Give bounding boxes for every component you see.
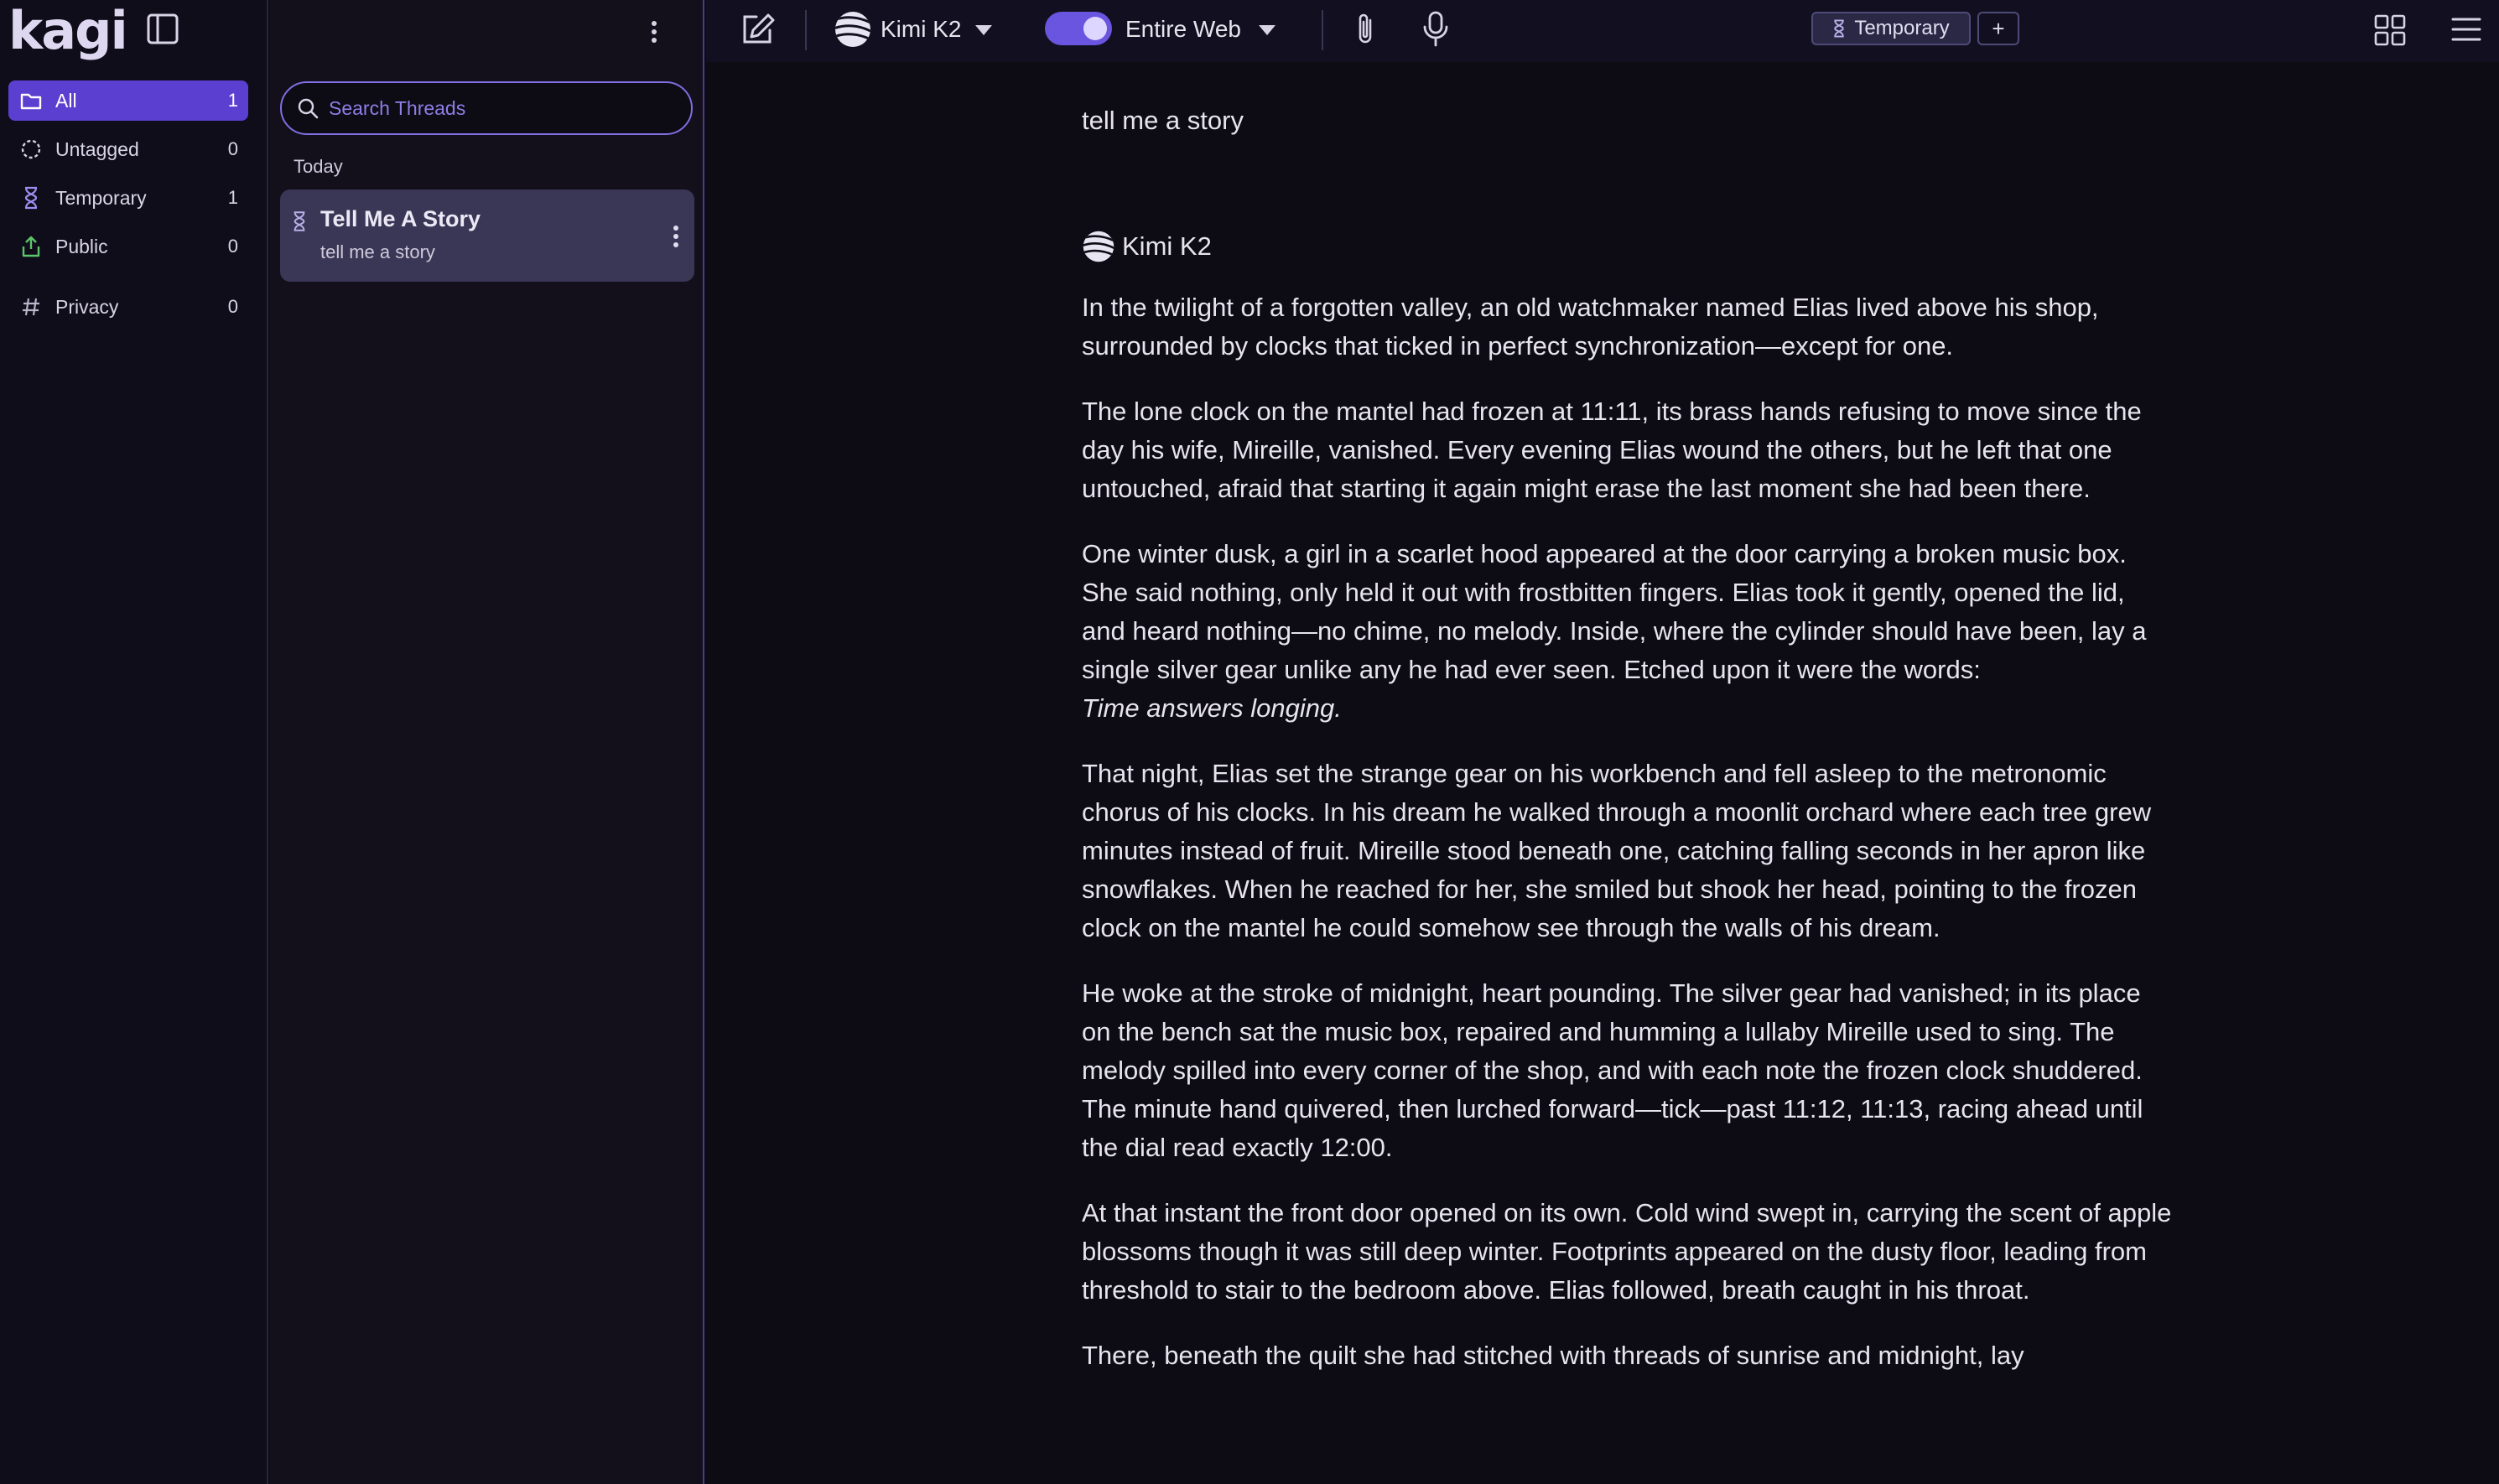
tag-item-untagged[interactable]: Untagged 0 [8, 129, 248, 169]
dashed-circle-icon [18, 137, 44, 162]
tag-item-privacy[interactable]: Privacy 0 [8, 287, 248, 327]
search-scope-selector[interactable]: Entire Web [1125, 10, 1278, 49]
voice-input-button[interactable] [1421, 10, 1451, 49]
assistant-header: Kimi K2 [1082, 230, 2172, 263]
sidebar: kagi All 1 Untagged 0 Temporary 1 Public… [0, 0, 268, 1484]
new-thread-button[interactable] [740, 12, 777, 47]
hash-icon [18, 294, 44, 319]
sidebar-toggle-button[interactable] [144, 13, 181, 46]
thread-preview: tell me a story [320, 241, 435, 262]
thread-options-button[interactable] [666, 220, 686, 253]
kimi-model-icon [1083, 231, 1114, 262]
tag-count: 0 [227, 296, 238, 317]
main-panel: Kimi K2 Entire Web Temporary + tell me a… [706, 0, 2499, 1484]
tag-item-temporary[interactable]: Temporary 1 [8, 178, 248, 218]
response-paragraph: That night, Elias set the strange gear o… [1082, 759, 2152, 942]
main-menu-button[interactable] [2450, 15, 2482, 44]
vertical-dots-icon [652, 21, 657, 43]
sidebar-panel-icon [147, 13, 179, 44]
response-paragraph: He woke at the stroke of midnight, heart… [1082, 978, 2143, 1162]
hourglass-icon [1834, 19, 1845, 38]
toolbar-divider [805, 10, 807, 50]
hourglass-icon [294, 211, 305, 231]
response-paragraph: There, beneath the quilt she had stitche… [1082, 1341, 2024, 1370]
response-paragraph: At that instant the front door opened on… [1082, 1198, 2172, 1305]
response-paragraph: In the twilight of a forgotten valley, a… [1082, 293, 2099, 361]
tag-list: All 1 Untagged 0 Temporary 1 Public 0 Pr… [8, 80, 248, 335]
kimi-model-icon [835, 12, 870, 47]
apps-grid-button[interactable] [2373, 13, 2407, 47]
assistant-response: In the twilight of a forgotten valley, a… [1082, 288, 2172, 1375]
tag-count: 0 [227, 236, 238, 257]
search-threads-box[interactable] [280, 81, 693, 135]
folder-icon [18, 88, 44, 113]
paperclip-icon [1359, 13, 1372, 44]
tag-count: 1 [227, 90, 238, 111]
search-icon [298, 98, 319, 119]
threads-menu-button[interactable] [644, 17, 664, 47]
tag-label: Untagged [55, 138, 139, 160]
response-paragraph: The lone clock on the mantel had frozen … [1082, 397, 2142, 503]
edit-icon [743, 13, 775, 44]
tag-count: 0 [227, 138, 238, 159]
model-selector[interactable]: Kimi K2 [834, 8, 995, 50]
assistant-model-name: Kimi K2 [1122, 231, 1212, 261]
thread-item[interactable]: Tell Me A Story tell me a story [280, 189, 694, 282]
temporary-label: Temporary [1854, 17, 1950, 39]
thread-title: Tell Me A Story [320, 206, 481, 231]
tag-label: All [55, 89, 77, 112]
chevron-down-icon [975, 25, 993, 35]
toggle-switch[interactable] [1045, 12, 1112, 45]
add-tag-button[interactable]: + [1977, 12, 2019, 45]
section-title-today: Today [294, 156, 343, 177]
web-search-toggle[interactable] [1045, 12, 1112, 45]
chevron-down-icon [1259, 25, 1275, 35]
user-message: tell me a story [1082, 106, 1244, 135]
hamburger-menu-icon [2451, 18, 2481, 41]
response-paragraph-with-quote: One winter dusk, a girl in a scarlet hoo… [1082, 535, 2172, 728]
temporary-chat-chip[interactable]: Temporary [1811, 12, 1971, 45]
attach-button[interactable] [1353, 12, 1379, 47]
tag-item-all[interactable]: All 1 [8, 80, 248, 121]
toolbar-divider [1322, 10, 1323, 50]
toolbar: Kimi K2 Entire Web Temporary + [706, 0, 2499, 62]
threads-panel: Today Tell Me A Story tell me a story [270, 0, 704, 1484]
share-icon [18, 234, 44, 259]
grid-icon [2374, 14, 2406, 46]
engraving-text: Time answers longing. [1082, 693, 1342, 723]
tag-label: Privacy [55, 295, 119, 318]
tag-item-public[interactable]: Public 0 [8, 226, 248, 267]
scope-label: Entire Web [1125, 16, 1241, 42]
search-threads-input[interactable] [329, 96, 676, 120]
vertical-dots-icon [673, 226, 678, 247]
tag-count: 1 [227, 187, 238, 208]
conversation: tell me a story Kimi K2 In the twilight … [1082, 106, 2172, 1375]
paragraph-text: One winter dusk, a girl in a scarlet hoo… [1082, 539, 2147, 684]
model-label: Kimi K2 [881, 16, 962, 42]
tag-label: Public [55, 235, 108, 257]
tag-label: Temporary [55, 186, 147, 209]
hourglass-icon [18, 185, 44, 210]
microphone-icon [1423, 11, 1448, 47]
kagi-logo[interactable]: kagi [8, 0, 128, 61]
